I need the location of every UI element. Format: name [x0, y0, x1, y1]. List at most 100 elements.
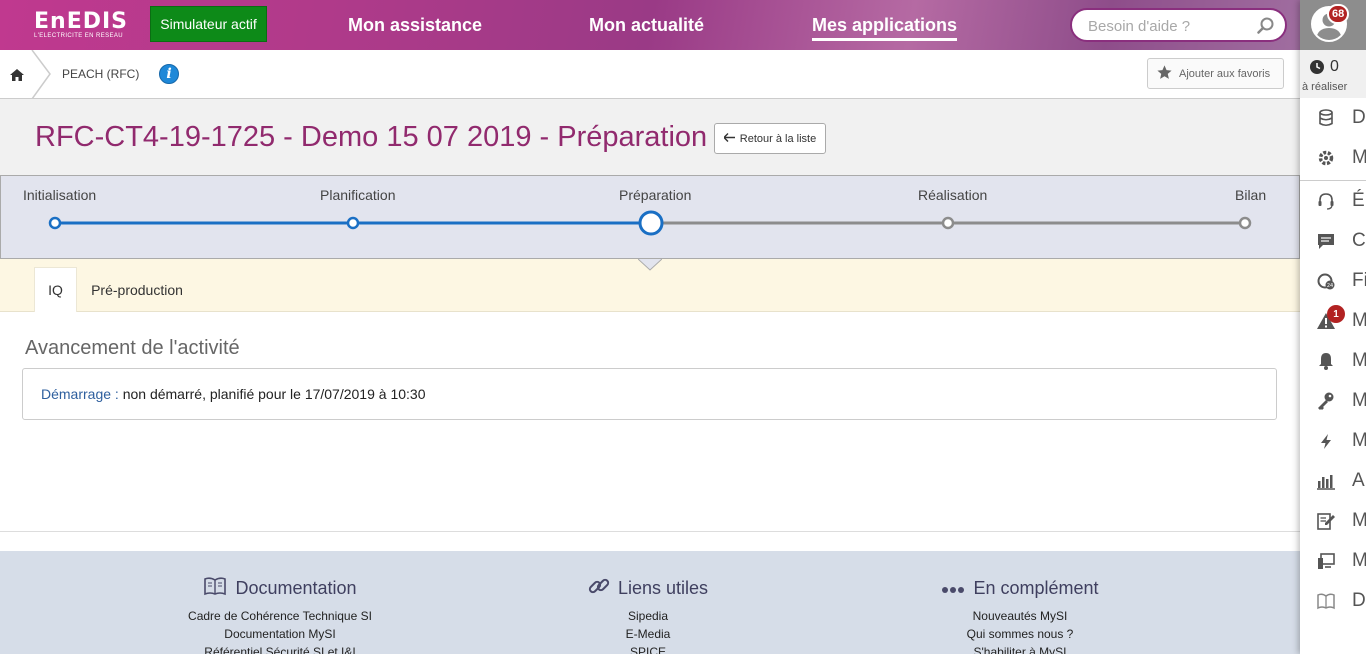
gear-icon: [1316, 148, 1336, 168]
user-area: 68: [1300, 0, 1366, 50]
step-dot-bilan[interactable]: [1238, 216, 1252, 230]
footer: Documentation Cadre de Cohérence Techniq…: [0, 551, 1300, 654]
step-dot-initialisation[interactable]: [48, 216, 62, 230]
database-icon: [1316, 108, 1336, 128]
search-icon[interactable]: [1257, 17, 1275, 40]
simulator-button[interactable]: Simulateur actif: [150, 6, 267, 42]
nav-mon-assistance[interactable]: Mon assistance: [348, 15, 482, 36]
activity-heading: Avancement de l'activité: [25, 337, 240, 359]
sidebar-item-label: D: [1352, 107, 1366, 128]
clock-icon: [1310, 60, 1324, 79]
footer-title-documentation: Documentation: [235, 577, 357, 598]
edit-icon: [1316, 511, 1336, 531]
activity-status-value: non démarré, planifié pour le 17/07/2019…: [122, 386, 426, 402]
sidebar-item-7[interactable]: M: [1300, 341, 1366, 381]
notification-count-badge: 68: [1327, 4, 1350, 24]
sidebar-item-12[interactable]: M: [1300, 541, 1366, 581]
sidebar-item-label: D: [1352, 590, 1366, 611]
sidebar-item-label: M: [1352, 310, 1366, 331]
footer-separator: [0, 531, 1300, 532]
sidebar-item-label: M: [1352, 147, 1366, 168]
sidebar-item-10[interactable]: A: [1300, 461, 1366, 501]
search-box: [1070, 8, 1287, 42]
link-icon: [588, 575, 610, 602]
process-steps: Initialisation Planification Préparation…: [0, 175, 1300, 259]
todo-counter[interactable]: 0 à réaliser: [1300, 50, 1366, 98]
key-icon: [1316, 391, 1336, 411]
activity-status: Démarrage : non démarré, planifié pour l…: [41, 386, 425, 402]
bell-icon: [1316, 351, 1336, 371]
nav-mes-applications[interactable]: Mes applications: [812, 15, 958, 41]
alert-count-badge: 1: [1327, 305, 1345, 323]
todo-count: 0: [1330, 58, 1339, 75]
sidebar-item-label: M: [1352, 550, 1366, 571]
sidebar-item-8[interactable]: M: [1300, 381, 1366, 421]
breadcrumb-item[interactable]: PEACH (RFC): [62, 67, 139, 81]
breadcrumb-separator-icon: [30, 49, 52, 104]
footer-link[interactable]: S'habiliter à MySI: [870, 643, 1170, 654]
home-icon[interactable]: [10, 68, 24, 86]
steps-track: [48, 210, 1252, 236]
activity-status-key: Démarrage :: [41, 386, 119, 402]
arrow-left-icon: [723, 132, 735, 145]
sidebar-item-13[interactable]: D: [1300, 581, 1366, 621]
sidebar-item-label: M: [1352, 510, 1366, 531]
back-to-list-button[interactable]: Retour à la liste: [714, 123, 826, 154]
footer-link[interactable]: Référentiel Sécurité SI et I&I: [130, 643, 430, 654]
sidebar-item-1[interactable]: D: [1300, 98, 1366, 138]
footer-link[interactable]: Cadre de Cohérence Technique SI: [130, 607, 430, 625]
tab-pre-production[interactable]: Pré-production: [84, 267, 190, 312]
logo-tagline: L'ELECTRICITE EN RESEAU: [34, 33, 124, 39]
sidebar-item-label: A: [1352, 470, 1365, 491]
footer-link[interactable]: Documentation MySI: [130, 625, 430, 643]
step-dot-realisation[interactable]: [941, 216, 955, 230]
sidebar-item-6[interactable]: 1 M: [1300, 301, 1366, 341]
activity-box: Démarrage : non démarré, planifié pour l…: [22, 368, 1277, 420]
breadcrumb: PEACH (RFC) i Ajouter aux favoris: [0, 49, 1300, 100]
book-icon: [203, 576, 227, 601]
footer-column-liens-utiles: Liens utiles Sipedia E-Media SPICE: [498, 577, 798, 654]
title-area: RFC-CT4-19-1725 - Demo 15 07 2019 - Prép…: [0, 99, 1300, 175]
sidebar-item-9[interactable]: M: [1300, 421, 1366, 461]
svg-text:24: 24: [1327, 283, 1333, 289]
page-title: RFC-CT4-19-1725 - Demo 15 07 2019 - Prép…: [35, 121, 708, 153]
lightning-icon: [1316, 431, 1336, 451]
sidebar-item-label: M: [1352, 390, 1366, 411]
search-input[interactable]: [1088, 16, 1253, 36]
back-to-list-label: Retour à la liste: [739, 132, 817, 145]
footer-link[interactable]: Sipedia: [498, 607, 798, 625]
star-icon: [1156, 64, 1173, 84]
book-icon: [1316, 591, 1336, 611]
footer-link[interactable]: E-Media: [498, 625, 798, 643]
footer-link[interactable]: Nouveautés MySI: [870, 607, 1170, 625]
add-favorite-button[interactable]: Ajouter aux favoris: [1147, 58, 1284, 89]
sidebar-item-label: É: [1352, 190, 1365, 211]
footer-title-en-complement: En complément: [973, 577, 1099, 598]
enedis-logo[interactable]: EnEDIS L'ELECTRICITE EN RESEAU: [34, 9, 129, 40]
footer-link[interactable]: Qui sommes nous ?: [870, 625, 1170, 643]
right-sidebar: 68 0 à réaliser D M É C 24 Fi 1 M M M M …: [1300, 0, 1366, 654]
page: EnEDIS L'ELECTRICITE EN RESEAU Simulateu…: [0, 0, 1366, 654]
footer-link[interactable]: SPICE: [498, 643, 798, 654]
monitor-icon: [1316, 551, 1336, 571]
sidebar-item-label: Fi: [1352, 270, 1366, 291]
footer-title-liens-utiles: Liens utiles: [617, 577, 709, 598]
step-dot-preparation[interactable]: [638, 210, 664, 236]
sidebar-item-11[interactable]: M: [1300, 501, 1366, 541]
chart-icon: [1316, 471, 1336, 491]
logo-wordmark: EnEDIS: [34, 9, 129, 34]
footer-column-documentation: Documentation Cadre de Cohérence Techniq…: [130, 576, 430, 654]
sidebar-item-5[interactable]: 24 Fi: [1300, 261, 1366, 301]
headset-icon: [1316, 191, 1336, 211]
tabs-bar: IQ Pré-production: [0, 258, 1300, 312]
sidebar-item-3[interactable]: É: [1300, 181, 1366, 221]
sidebar-item-label: M: [1352, 430, 1366, 451]
tab-iq[interactable]: IQ: [34, 267, 77, 312]
sidebar-item-2[interactable]: M: [1300, 138, 1366, 178]
nav-mon-actualite[interactable]: Mon actualité: [589, 15, 704, 36]
sidebar-item-label: M: [1352, 350, 1366, 371]
sidebar-item-label: C: [1352, 230, 1366, 251]
step-dot-planification[interactable]: [346, 216, 360, 230]
info-icon[interactable]: i: [159, 64, 179, 84]
sidebar-item-4[interactable]: C: [1300, 221, 1366, 261]
